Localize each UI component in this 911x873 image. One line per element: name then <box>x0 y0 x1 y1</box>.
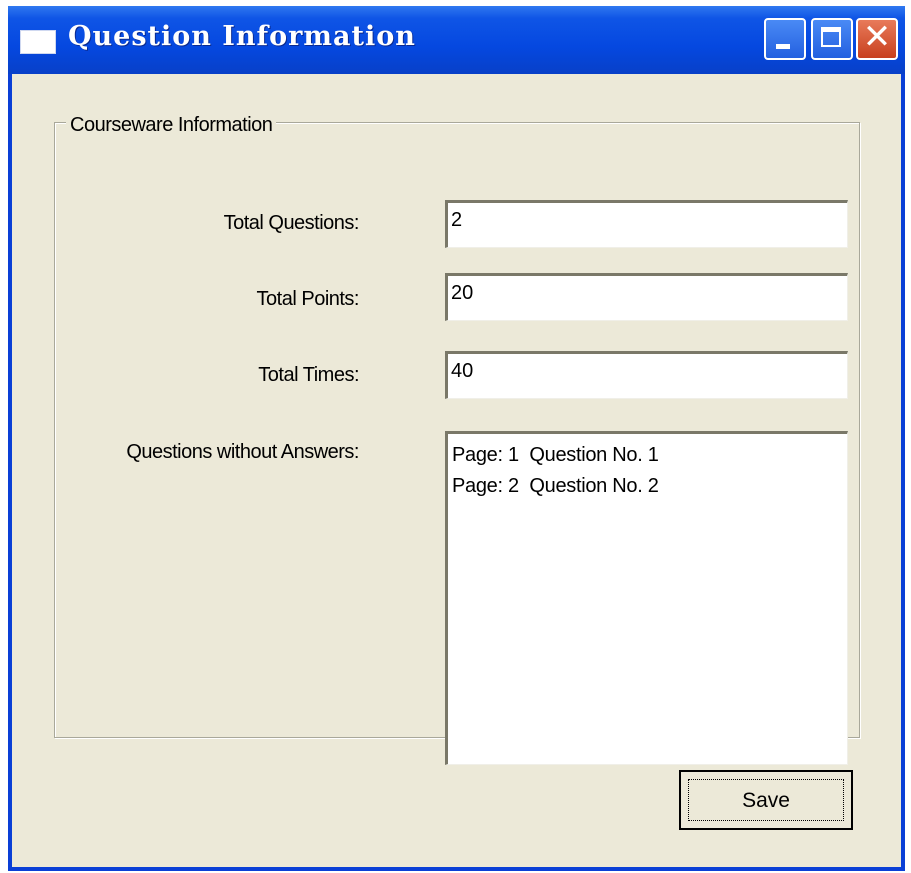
maximize-button[interactable] <box>811 18 853 60</box>
questions-without-answers-list[interactable]: Page: 1 Question No. 1 Page: 2 Question … <box>445 431 848 765</box>
total-times-label: Total Times: <box>258 364 359 386</box>
courseware-information-legend: Courseware Information <box>66 114 277 136</box>
total-questions-label: Total Questions: <box>223 212 360 234</box>
close-button[interactable]: ✕ <box>856 17 898 60</box>
courseware-information-group: Total Questions: 2 Total Points: 20 Tota… <box>54 122 860 765</box>
title-bar[interactable]: Question Information ✕ <box>8 6 905 74</box>
save-button-label: Save <box>688 779 844 821</box>
maximize-icon <box>821 27 841 47</box>
minimize-icon <box>776 44 790 49</box>
close-icon: ✕ <box>862 17 892 57</box>
total-points-label: Total Points: <box>256 288 360 310</box>
window-title: Question Information <box>68 21 416 52</box>
total-points-field[interactable]: 20 <box>445 273 848 321</box>
dialog-client-area: Total Questions: 2 Total Points: 20 Tota… <box>12 74 901 867</box>
total-times-field[interactable]: 40 <box>445 351 848 399</box>
window-icon <box>20 30 56 54</box>
total-questions-field[interactable]: 2 <box>445 200 848 248</box>
question-information-window: Question Information ✕ Total Questions: … <box>8 6 905 871</box>
list-item[interactable]: Page: 2 Question No. 2 <box>452 471 847 502</box>
save-button[interactable]: Save <box>679 770 853 830</box>
questions-without-answers-label: Questions without Answers: <box>126 441 359 463</box>
list-item[interactable]: Page: 1 Question No. 1 <box>452 440 847 471</box>
minimize-button[interactable] <box>764 18 806 60</box>
